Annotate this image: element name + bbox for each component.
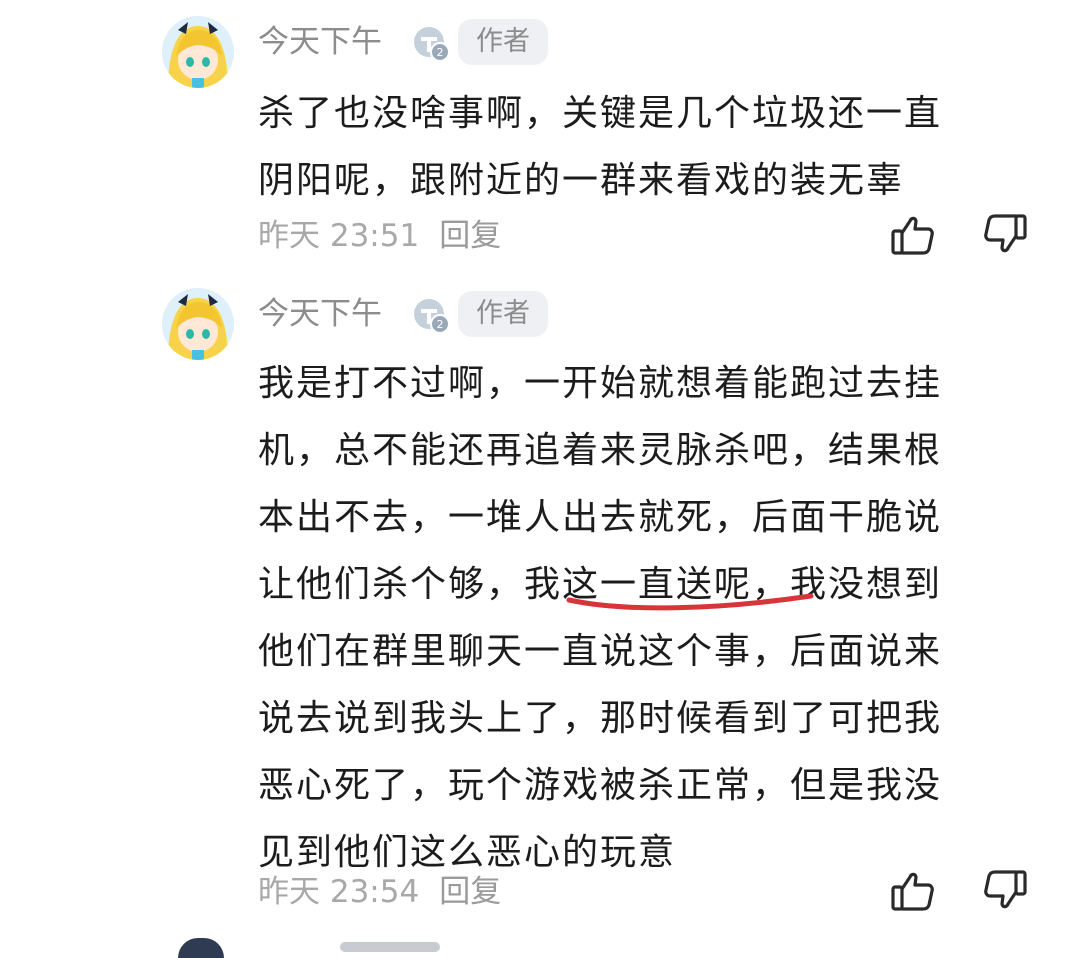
comment-line: 本出不去，一堆人出去就死，后面干脆说 (258, 497, 943, 538)
red-underline-annotation (566, 593, 814, 611)
comment-line: 恶心死了，玩个游戏被杀正常，但是我没 (258, 765, 943, 806)
comment-line: 说去说到我头上了，那时候看到了可把我 (258, 698, 943, 739)
level-badge-icon: 2 (412, 296, 450, 334)
username[interactable]: 今天下午 (258, 294, 382, 334)
comment-line: 我是打不过啊，一开始就想着能跑过去挂 (258, 363, 943, 404)
comment-line: 他们在群里聊天一直说这个事，后面说来 (258, 631, 943, 672)
reply-button[interactable]: 回复 (439, 874, 501, 910)
comment-line: 机，总不能还再追着来灵脉杀吧，结果根 (258, 430, 943, 471)
thumbs-up-icon[interactable] (888, 866, 938, 916)
comment-2: 今天下午 2 作者 我是打不过啊，一开始就想着能跑过去挂 机，总不能还再追着来灵… (0, 0, 1079, 948)
svg-text:2: 2 (437, 318, 444, 331)
comment-text: 我是打不过啊，一开始就想着能跑过去挂 机，总不能还再追着来灵脉杀吧，结果根 本出… (258, 350, 1048, 886)
timestamp: 昨天 23:54 (258, 874, 420, 910)
comment-meta: 昨天 23:54 回复 (258, 872, 501, 912)
username-placeholder (340, 942, 440, 952)
avatar[interactable] (162, 288, 234, 360)
author-tag: 作者 (458, 291, 548, 337)
thumbs-down-icon[interactable] (980, 866, 1030, 916)
